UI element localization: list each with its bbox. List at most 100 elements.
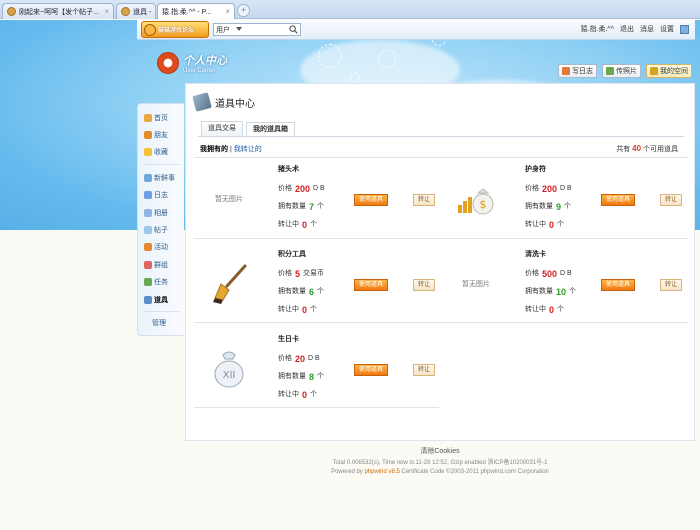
filter-owned[interactable]: 我拥有的 bbox=[200, 146, 228, 153]
use-item-button[interactable]: 使用道具 bbox=[601, 279, 636, 291]
house-icon bbox=[157, 52, 179, 74]
item-price: 200 bbox=[295, 184, 311, 194]
item-qty: 6 bbox=[309, 287, 315, 297]
powered-brand-link[interactable]: phpwind v8.5 bbox=[364, 469, 399, 475]
write-diary-button[interactable]: 写日志 bbox=[558, 64, 597, 78]
sidebar-item-tools[interactable]: 道具 bbox=[144, 294, 168, 306]
svg-text:XII: XII bbox=[223, 370, 236, 381]
use-item-button[interactable]: 使用道具 bbox=[354, 279, 389, 291]
user-menu: 猿.指.柔.^^ 退出 消息 设置 bbox=[581, 24, 689, 34]
unit-label: 个 bbox=[569, 288, 577, 295]
username-link[interactable]: 猿.指.柔.^^ bbox=[581, 24, 614, 34]
transfer-item-button[interactable]: 转让 bbox=[660, 279, 683, 291]
item-qty-row: 拥有数量 10 个 bbox=[525, 283, 576, 301]
close-icon[interactable]: × bbox=[225, 7, 230, 16]
sidebar-item-groups[interactable]: 群组 bbox=[144, 259, 168, 271]
user-center-title: 个人中心 bbox=[183, 55, 227, 67]
new-tab-button[interactable]: + bbox=[237, 4, 250, 17]
item-transfer-count: 0 bbox=[549, 305, 555, 315]
divider bbox=[194, 407, 439, 408]
sidebar-item-events[interactable]: 活动 bbox=[144, 241, 168, 253]
sidebar-item-label: 任务 bbox=[154, 279, 168, 286]
transfer-label: 转让中 bbox=[525, 306, 546, 313]
sidebar-item-label: 道具 bbox=[154, 297, 168, 304]
item-currency: D B bbox=[560, 185, 572, 192]
browser-tab[interactable]: 道具 - bbox=[116, 3, 156, 19]
item-image: $ bbox=[441, 159, 511, 239]
item-name: 猪头术 bbox=[278, 166, 299, 173]
sidebar-item-diary[interactable]: 日志 bbox=[144, 189, 168, 201]
footer-powered: Powered by phpwind v8.5 Certificate Code… bbox=[185, 468, 695, 477]
search-scope-select[interactable]: 用户 bbox=[216, 25, 230, 35]
chevron-down-icon[interactable] bbox=[236, 27, 242, 31]
sidebar-item-label: 日志 bbox=[154, 192, 168, 199]
sidebar-item-label: 收藏 bbox=[154, 149, 168, 156]
sidebar-item-label: 群组 bbox=[154, 262, 168, 269]
item-qty: 8 bbox=[309, 372, 315, 382]
star-icon bbox=[144, 148, 152, 156]
use-item-button[interactable]: 使用道具 bbox=[354, 364, 389, 376]
sidebar-divider bbox=[144, 164, 180, 165]
app-icon[interactable] bbox=[680, 24, 689, 34]
sidebar-item-posts[interactable]: 帖子 bbox=[144, 224, 168, 236]
item-image: XII bbox=[194, 329, 264, 409]
item-name: 护身符 bbox=[525, 166, 546, 173]
user-center-badge: 个人中心 User Center bbox=[157, 52, 227, 74]
sidebar-item-label: 新鲜事 bbox=[154, 175, 175, 182]
transfer-item-button[interactable]: 转让 bbox=[413, 364, 436, 376]
my-space-button[interactable]: 我的空间 bbox=[646, 64, 692, 78]
transfer-item-button[interactable]: 转让 bbox=[413, 194, 436, 206]
sidebar-item-label: 朋友 bbox=[154, 132, 168, 139]
sidebar-item-label: 帖子 bbox=[154, 227, 168, 234]
sidebar-item-home[interactable]: 首页 bbox=[144, 112, 168, 124]
sidebar-item-friends[interactable]: 朋友 bbox=[144, 129, 168, 141]
powered-suffix: Certificate Code ©2003-2011 phpwind.com … bbox=[401, 469, 549, 475]
available-count: 共有 40 个可用道具 bbox=[616, 144, 678, 154]
item-price-row: 价格 5 交易币 bbox=[278, 265, 324, 283]
logout-link[interactable]: 退出 bbox=[620, 24, 634, 34]
item-qty: 10 bbox=[556, 287, 567, 297]
tab-my-toolbox[interactable]: 我的道具箱 bbox=[246, 122, 295, 137]
sidebar-item-album[interactable]: 相册 bbox=[144, 207, 168, 219]
qty-label: 拥有数量 bbox=[278, 203, 306, 210]
use-item-button[interactable]: 使用道具 bbox=[601, 194, 636, 206]
search-icon[interactable] bbox=[289, 25, 298, 34]
filter-separator: | bbox=[229, 146, 232, 153]
site-logo[interactable]: 猫猫游戏论坛 bbox=[141, 21, 209, 38]
transfer-item-button[interactable]: 转让 bbox=[413, 279, 436, 291]
svg-text:$: $ bbox=[480, 198, 487, 211]
divider bbox=[194, 322, 688, 323]
panel-header: 道具中心 bbox=[192, 92, 255, 112]
browser-tab-active[interactable]: 猿.指.柔.^^ - P... × bbox=[157, 3, 235, 19]
qty-label: 拥有数量 bbox=[278, 373, 306, 380]
sidebar-item-manage[interactable]: 管理 bbox=[152, 318, 166, 328]
total-prefix: 共有 bbox=[616, 146, 631, 153]
sidebar-item-label: 相册 bbox=[154, 210, 168, 217]
close-icon[interactable]: × bbox=[104, 7, 109, 16]
no-image-text: 暂无图片 bbox=[215, 196, 243, 203]
transfer-item-button[interactable]: 转让 bbox=[660, 194, 683, 206]
sidebar-item-news[interactable]: 新鲜事 bbox=[144, 172, 175, 184]
upload-photo-button[interactable]: 传照片 bbox=[602, 64, 641, 78]
divider bbox=[194, 238, 688, 239]
item-price-row: 价格 500 D B bbox=[525, 265, 576, 283]
clear-cookies-link[interactable]: 清除Cookies bbox=[185, 447, 695, 456]
search-box[interactable]: 用户 bbox=[213, 23, 301, 36]
use-item-button[interactable]: 使用道具 bbox=[354, 194, 389, 206]
item-card: 积分工具 价格 5 交易币 拥有数量 6 个 转让中 0 个 使用道具 转让 bbox=[194, 244, 436, 324]
settings-link[interactable]: 设置 bbox=[660, 24, 674, 34]
tab-tool-trade[interactable]: 道具交易 bbox=[201, 121, 243, 136]
item-currency: D B bbox=[560, 270, 572, 277]
sidebar-item-favorites[interactable]: 收藏 bbox=[144, 146, 168, 158]
unit-label: 个 bbox=[310, 391, 318, 398]
sidebar-item-tasks[interactable]: 任务 bbox=[144, 276, 168, 288]
item-transfer-row: 转让中 0 个 bbox=[525, 301, 576, 319]
unit-label: 个 bbox=[317, 288, 325, 295]
logo-text: 猫猫游戏论坛 bbox=[158, 28, 195, 34]
filter-transferred[interactable]: 我转让的 bbox=[234, 146, 262, 153]
tool-icon bbox=[144, 296, 152, 304]
browser-tab[interactable]: 刚起来~呵呵【发个帖子... × bbox=[2, 3, 114, 19]
favicon-icon bbox=[121, 7, 130, 16]
messages-link[interactable]: 消息 bbox=[640, 24, 654, 34]
sidebar-divider bbox=[144, 311, 180, 312]
